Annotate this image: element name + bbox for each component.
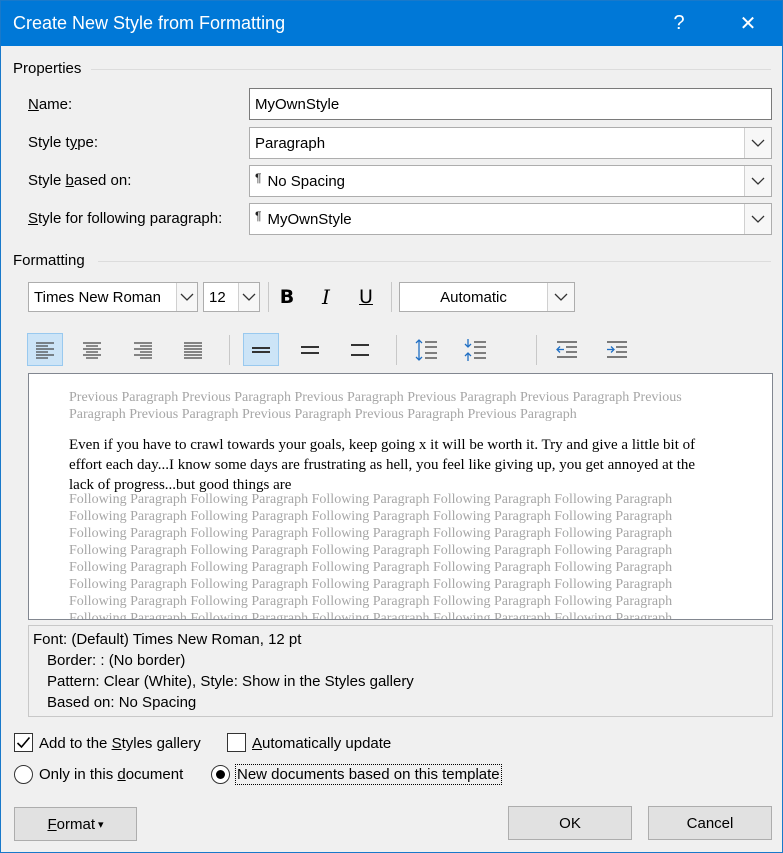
paragraph-mark-icon: ¶ [255,209,262,223]
style-preview-pane: Previous Paragraph Previous Paragraph Pr… [28,373,773,620]
description-line: Border: : (No border) [47,652,186,669]
bold-button[interactable]: B [272,282,302,312]
align-center-button[interactable] [74,333,110,366]
based-on-label: Style based on: [28,172,132,189]
based-on-value: No Spacing [267,172,346,190]
double-spacing-button[interactable] [342,333,378,366]
chevron-down-icon[interactable] [744,128,771,158]
new-documents-template-radio[interactable] [211,765,230,784]
help-icon: ? [673,12,685,34]
toolbar-separator [391,282,392,312]
following-paragraph-text: Following Paragraph Following Paragraph … [69,492,673,620]
auto-update-checkbox[interactable] [227,733,246,752]
description-line: Font: (Default) Times New Roman, 12 pt [33,631,302,648]
cancel-button[interactable]: Cancel [648,806,772,840]
help-button[interactable]: ? [656,1,702,46]
previous-paragraph-text: Previous Paragraph Previous Paragraph Pr… [69,390,682,422]
italic-icon: I [322,285,330,309]
add-to-gallery-checkbox[interactable] [14,733,33,752]
dialog-title: Create New Style from Formatting [13,13,286,33]
decrease-spacing-icon [464,338,486,361]
double-spacing-icon [351,343,369,356]
formatting-divider [98,261,771,262]
decrease-indent-button[interactable] [549,333,585,366]
close-icon: ✕ [739,13,757,35]
underline-button[interactable]: U [351,282,381,312]
font-color-value: Automatic [440,288,507,306]
underline-icon: U [359,286,373,308]
checkmark-icon [16,736,31,749]
decrease-indent-icon [556,340,577,358]
align-right-button[interactable] [125,333,161,366]
increase-indent-button[interactable] [599,333,635,366]
font-size-value: 12 [209,288,226,306]
style-description: Font: (Default) Times New Roman, 12 pt B… [28,625,773,717]
align-left-button[interactable] [27,333,63,366]
single-spacing-button[interactable] [243,333,279,366]
dropdown-arrow-icon: ▾ [97,818,104,831]
name-input[interactable]: MyOwnStyle [249,88,772,120]
bold-icon: B [279,286,295,308]
sample-paragraph-text: Even if you have to crawl towards your g… [69,437,696,493]
align-right-icon [134,341,152,359]
toolbar-separator [268,282,269,312]
only-this-document-label: Only in this document [39,766,184,783]
decrease-paragraph-spacing-button[interactable] [458,333,494,366]
style-type-value: Paragraph [255,134,326,152]
add-to-gallery-label: Add to the Styles gallery [39,735,201,752]
toolbar-separator [229,335,230,365]
one-half-spacing-icon [301,345,319,354]
radio-selected-dot [216,770,225,779]
description-line: Based on: No Spacing [47,694,197,711]
new-documents-template-label[interactable]: New documents based on this template [235,764,502,785]
justify-button[interactable] [175,333,211,366]
paragraph-mark-icon: ¶ [255,171,262,185]
based-on-select[interactable]: ¶ No Spacing [249,165,772,197]
font-value: Times New Roman [34,288,161,306]
font-size-select[interactable]: 12 [203,282,260,312]
increase-spacing-icon [415,338,437,361]
chevron-down-icon[interactable] [744,166,771,196]
chevron-down-icon[interactable] [547,283,574,311]
toolbar-separator [396,335,397,365]
chevron-down-icon[interactable] [238,283,259,311]
following-paragraph-label: Style for following paragraph: [28,210,223,227]
description-line: Pattern: Clear (White), Style: Show in t… [47,673,414,690]
italic-button[interactable]: I [311,282,341,312]
font-color-select[interactable]: Automatic [399,282,575,312]
properties-divider [91,69,771,70]
only-this-document-radio[interactable] [14,765,33,784]
align-center-icon [83,341,101,359]
increase-indent-icon [607,340,627,358]
one-half-spacing-button[interactable] [292,333,328,366]
auto-update-label: Automatically update [252,735,392,752]
chevron-down-icon[interactable] [744,204,771,234]
format-menu-button[interactable]: Format ▾ [14,807,137,841]
toolbar-separator [536,335,537,365]
properties-group-label: Properties [13,60,82,77]
single-spacing-icon [252,346,270,353]
style-type-label: Style type: [28,134,99,151]
name-label: Name: [28,96,73,113]
close-button[interactable]: ✕ [725,1,771,46]
ok-button[interactable]: OK [508,806,632,840]
following-paragraph-value: MyOwnStyle [267,210,352,228]
align-left-icon [36,341,54,359]
justify-icon [184,341,202,359]
style-type-select[interactable]: Paragraph [249,127,772,159]
create-style-dialog: Create New Style from Formatting ? ✕ Pro… [0,0,783,853]
increase-paragraph-spacing-button[interactable] [409,333,445,366]
chevron-down-icon[interactable] [176,283,197,311]
formatting-group-label: Formatting [13,252,85,269]
font-select[interactable]: Times New Roman [28,282,198,312]
following-paragraph-select[interactable]: ¶ MyOwnStyle [249,203,772,235]
title-bar: Create New Style from Formatting ? ✕ [1,1,782,46]
